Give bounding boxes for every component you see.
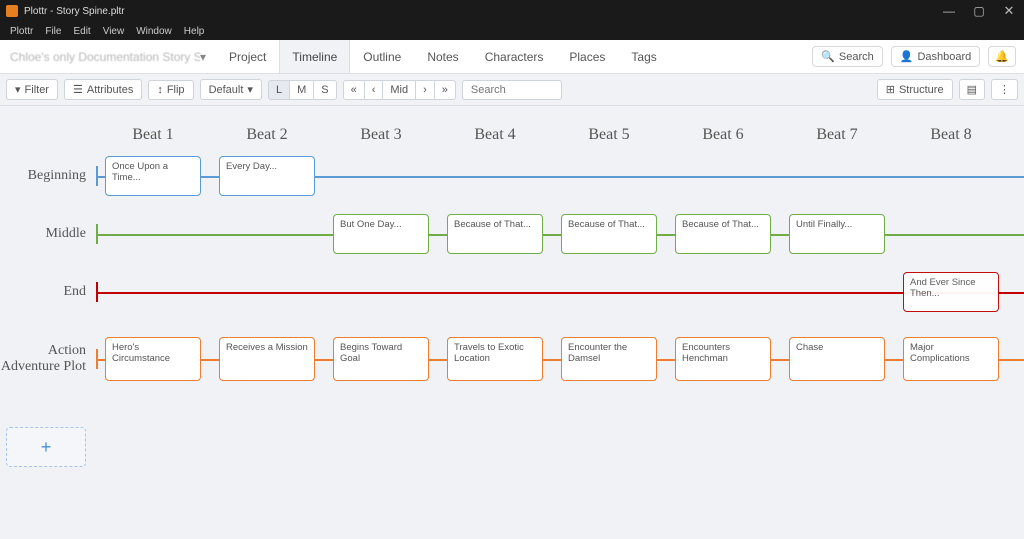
search-button[interactable]: 🔍 Search [812,46,883,67]
main-nav: Chloe's only Documentation Story Spine..… [0,40,1024,74]
window-title: Plottr - Story Spine.pltr [24,6,125,17]
beat-header[interactable]: Beat 7 [780,126,894,144]
plotline-label[interactable]: End [0,284,96,300]
beat-header[interactable]: Beat 8 [894,126,1008,144]
search-button-label: Search [839,51,874,63]
scene-card[interactable]: Until Finally... [789,214,885,254]
bell-icon: 🔔 [995,50,1009,63]
structure-label: Structure [899,84,944,96]
document-title[interactable]: Chloe's only Documentation Story Spine..… [0,50,200,64]
app-icon [6,5,18,17]
default-label: Default [209,84,244,96]
document-dropdown-icon[interactable]: ▾ [200,50,206,64]
pager-mid[interactable]: Mid [383,80,416,100]
list-icon: ☰ [73,83,83,96]
filter-label: Filter [25,84,49,96]
window-maximize-button[interactable]: ▢ [964,0,994,22]
pager-first[interactable]: « [343,80,365,100]
dashboard-button[interactable]: 👤 Dashboard [891,46,981,67]
add-plotline-button[interactable]: + [6,427,86,467]
plotline: Action Adventure Plot Hero's Circumstance… [0,324,1024,394]
menu-help[interactable]: Help [178,26,211,37]
nav-notes[interactable]: Notes [414,40,471,73]
pager-prev[interactable]: ‹ [365,80,384,100]
default-dropdown[interactable]: Default ▾ [200,79,262,100]
layers-icon: ▤ [967,84,977,96]
toolbar-search-input[interactable] [462,80,562,100]
scene-card[interactable]: Begins Toward Goal [333,337,429,381]
filter-icon: ▾ [15,83,21,96]
structure-button[interactable]: ⊞ Structure [877,79,953,100]
timeline-toolbar: ▾ Filter ☰ Attributes ↕ Flip Default ▾ L… [0,74,1024,106]
scene-card[interactable]: Hero's Circumstance [105,337,201,381]
notifications-button[interactable]: 🔔 [988,46,1016,67]
attributes-button[interactable]: ☰ Attributes [64,79,142,100]
timeline-canvas[interactable]: Beat 1Beat 2Beat 3Beat 4Beat 5Beat 6Beat… [0,106,1024,539]
pager-next[interactable]: › [416,80,435,100]
menu-plottr[interactable]: Plottr [4,26,39,37]
plotline: Beginning Once Upon a Time... Every Day... [0,150,1024,202]
window-titlebar: Plottr - Story Spine.pltr — ▢ ✕ [0,0,1024,22]
beat-header[interactable]: Beat 5 [552,126,666,144]
zoom-small[interactable]: S [314,80,336,100]
scene-card[interactable]: Once Upon a Time... [105,156,201,196]
more-options-button[interactable]: ⋮ [991,79,1018,100]
nav-timeline[interactable]: Timeline [279,40,350,73]
beat-header[interactable]: Beat 6 [666,126,780,144]
menu-window[interactable]: Window [130,26,178,37]
search-icon: 🔍 [821,50,835,63]
menubar: Plottr File Edit View Window Help [0,22,1024,40]
plotline-label[interactable]: Action Adventure Plot [0,343,96,375]
beat-header[interactable]: Beat 3 [324,126,438,144]
menu-file[interactable]: File [39,26,67,37]
attributes-label: Attributes [87,84,133,96]
plotline-label[interactable]: Beginning [0,168,96,184]
scene-card[interactable]: Encounters Henchman [675,337,771,381]
scene-card[interactable]: Major Complications [903,337,999,381]
scene-card[interactable]: Because of That... [675,214,771,254]
nav-project[interactable]: Project [216,40,279,73]
chevron-down-icon: ▾ [247,83,253,96]
scene-card[interactable]: Travels to Exotic Location [447,337,543,381]
scene-card[interactable]: Encounter the Damsel [561,337,657,381]
nav-tags[interactable]: Tags [618,40,669,73]
scene-card[interactable]: Because of That... [447,214,543,254]
filter-button[interactable]: ▾ Filter [6,79,58,100]
pager-group: « ‹ Mid › » [343,80,456,100]
more-icon: ⋮ [999,84,1010,96]
nav-outline[interactable]: Outline [350,40,414,73]
scene-card[interactable]: Receives a Mission [219,337,315,381]
beat-header[interactable]: Beat 4 [438,126,552,144]
zoom-medium[interactable]: M [290,80,314,100]
zoom-large[interactable]: L [268,80,290,100]
dashboard-button-label: Dashboard [917,51,971,63]
menu-edit[interactable]: Edit [67,26,96,37]
window-close-button[interactable]: ✕ [994,0,1024,22]
window-minimize-button[interactable]: — [934,0,964,22]
scene-card[interactable]: Because of That... [561,214,657,254]
scene-card[interactable]: Chase [789,337,885,381]
flip-label: Flip [167,84,185,96]
flip-icon: ↕ [157,84,163,96]
beats-header: Beat 1Beat 2Beat 3Beat 4Beat 5Beat 6Beat… [0,106,1024,144]
beat-header[interactable]: Beat 2 [210,126,324,144]
beat-header[interactable]: Beat 1 [96,126,210,144]
plotline: Middle But One Day... Because of That... Be… [0,208,1024,260]
plotline: End And Ever Since Then... [0,266,1024,318]
plotline-label[interactable]: Middle [0,226,96,242]
nav-places[interactable]: Places [556,40,618,73]
zoom-group: L M S [268,80,337,100]
pager-last[interactable]: » [435,80,456,100]
scene-card[interactable]: And Ever Since Then... [903,272,999,312]
flip-button[interactable]: ↕ Flip [148,80,193,100]
menu-view[interactable]: View [97,26,131,37]
person-icon: 👤 [900,50,914,63]
structure-icon: ⊞ [886,83,895,96]
nav-characters[interactable]: Characters [472,40,557,73]
scene-card[interactable]: But One Day... [333,214,429,254]
scene-card[interactable]: Every Day... [219,156,315,196]
layers-button[interactable]: ▤ [959,79,985,100]
